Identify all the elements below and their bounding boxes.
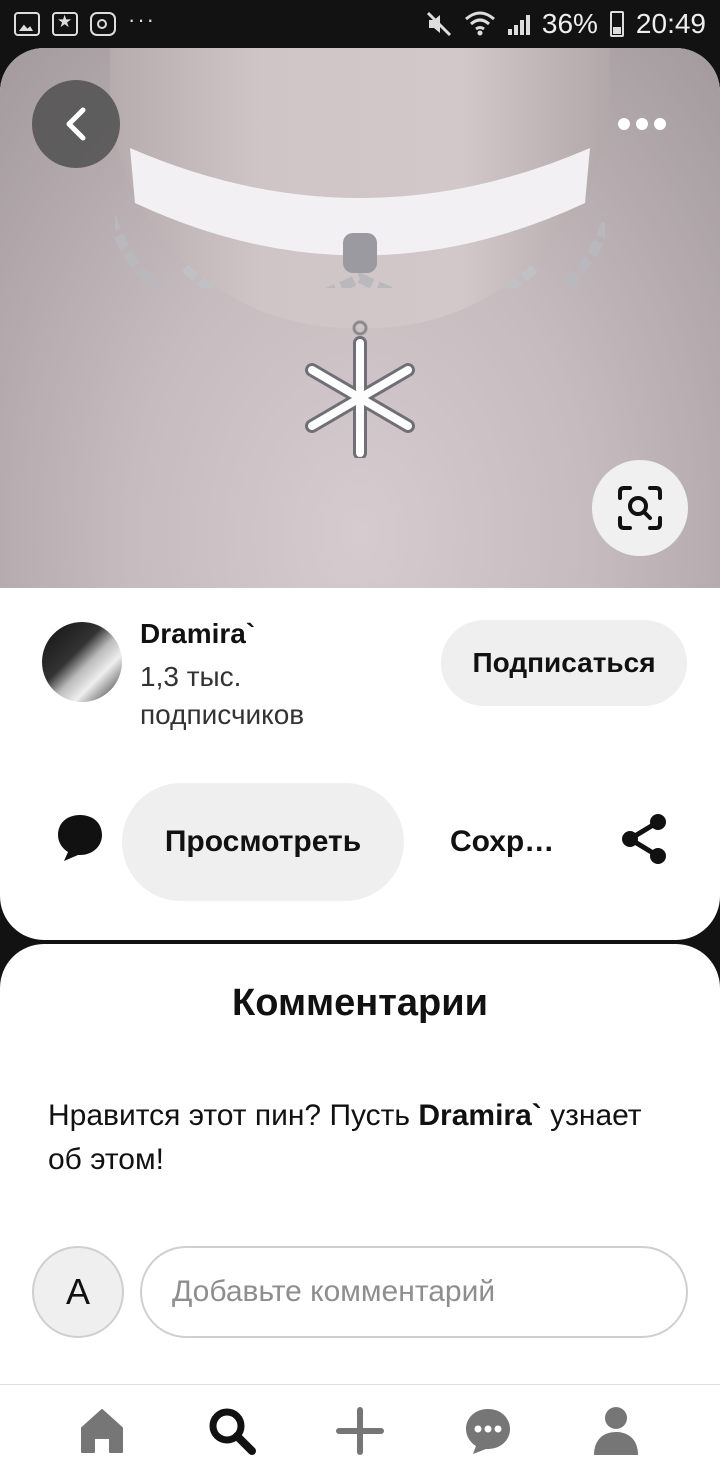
visual-search-icon bbox=[618, 486, 662, 530]
pin-image-choker bbox=[115, 148, 605, 288]
comment-icon[interactable] bbox=[56, 813, 104, 863]
plus-icon bbox=[336, 1407, 384, 1455]
author-name[interactable]: Dramira` bbox=[140, 618, 255, 650]
battery-icon bbox=[609, 11, 624, 37]
pin-image-snowflake bbox=[305, 320, 415, 458]
mute-icon bbox=[426, 11, 451, 37]
back-icon bbox=[66, 107, 86, 141]
comments-prompt-author: Dramira` bbox=[418, 1099, 542, 1132]
comment-input[interactable] bbox=[140, 1246, 688, 1338]
followers-count: 1,3 тыс. подписчиков bbox=[140, 658, 380, 734]
author-avatar[interactable] bbox=[42, 622, 122, 702]
clock: 20:49 bbox=[635, 8, 706, 39]
pin-image[interactable] bbox=[0, 48, 720, 588]
comments-section: Комментарии Нравится этот пин? Пусть Dra… bbox=[0, 944, 720, 1384]
nav-home[interactable] bbox=[74, 1403, 130, 1459]
comments-prompt-text-1: Нравится этот пин? Пусть bbox=[48, 1099, 419, 1132]
action-row: Просмотреть Сохр… bbox=[0, 783, 720, 903]
nav-profile[interactable] bbox=[588, 1403, 644, 1459]
more-notifications-icon: ··· bbox=[128, 7, 156, 32]
instagram-icon bbox=[90, 12, 116, 36]
status-bar: ··· 36% 20:49 bbox=[0, 0, 720, 48]
signal-icon bbox=[507, 13, 530, 35]
search-icon bbox=[209, 1408, 256, 1455]
share-icon[interactable] bbox=[620, 813, 668, 865]
view-button[interactable]: Просмотреть bbox=[122, 783, 404, 901]
comments-title: Комментарии bbox=[232, 982, 488, 1024]
subscribe-button[interactable]: Подписаться bbox=[441, 620, 687, 706]
followers-line-1: 1,3 тыс. bbox=[140, 661, 242, 692]
status-bar-right: 36% 20:49 bbox=[426, 8, 706, 40]
pin-card: Dramira` 1,3 тыс. подписчиков Подписатьс… bbox=[0, 48, 720, 940]
followers-line-2: подписчиков bbox=[140, 699, 305, 730]
star-icon bbox=[52, 12, 78, 36]
back-button[interactable] bbox=[32, 80, 120, 168]
wifi-icon bbox=[464, 11, 495, 36]
save-button[interactable]: Сохр… bbox=[450, 783, 570, 901]
nav-messages[interactable] bbox=[460, 1403, 516, 1459]
nav-create[interactable] bbox=[332, 1403, 388, 1459]
gallery-icon bbox=[14, 12, 40, 36]
more-options-button[interactable] bbox=[604, 98, 680, 150]
visual-search-button[interactable] bbox=[592, 460, 688, 556]
comments-prompt: Нравится этот пин? Пусть Dramira` узнает… bbox=[48, 1094, 668, 1182]
user-avatar[interactable]: A bbox=[32, 1246, 124, 1338]
author-row: Dramira` 1,3 тыс. подписчиков Подписатьс… bbox=[0, 618, 720, 738]
home-icon bbox=[81, 1409, 123, 1453]
nav-search[interactable] bbox=[204, 1403, 260, 1459]
bottom-nav bbox=[0, 1384, 720, 1480]
battery-percent: 36% bbox=[541, 8, 598, 39]
profile-icon bbox=[594, 1407, 638, 1455]
more-icon bbox=[618, 118, 630, 130]
messages-icon bbox=[466, 1409, 510, 1454]
status-bar-left: ··· bbox=[14, 7, 156, 36]
